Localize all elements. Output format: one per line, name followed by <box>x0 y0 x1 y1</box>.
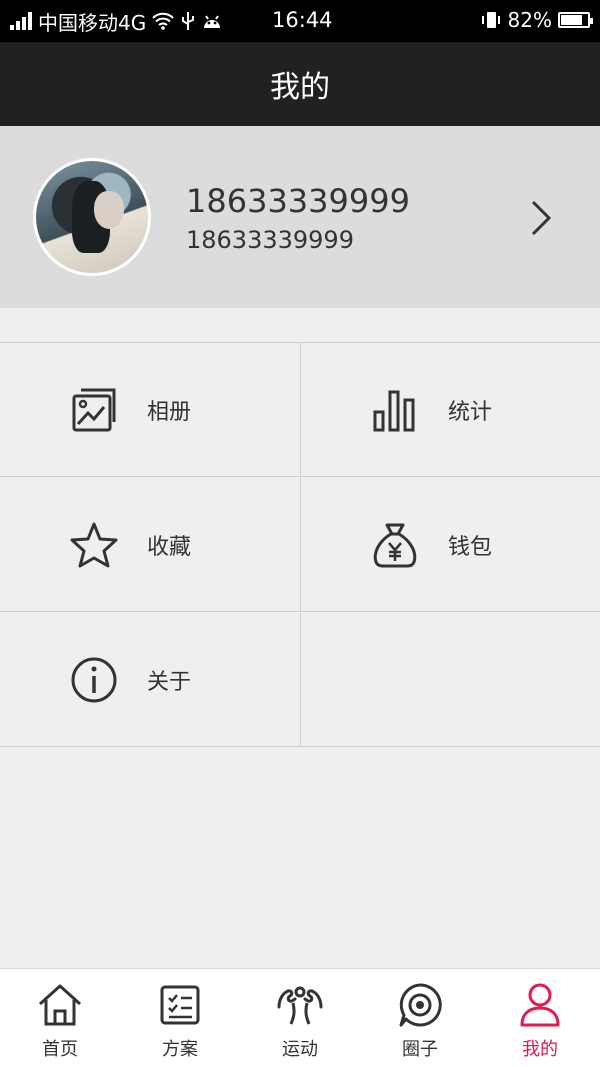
menu-item-empty <box>300 613 600 747</box>
bottom-tab-bar: 首页 方案 运动 圈子 我的 <box>0 968 600 1067</box>
battery-percent: 82% <box>507 8 552 32</box>
info-icon <box>71 657 117 702</box>
circle-icon <box>399 983 442 1027</box>
android-icon <box>204 15 221 28</box>
tab-circle[interactable]: 圈子 <box>360 969 480 1067</box>
profile-phone: 18633339999 <box>186 226 354 254</box>
menu-label: 统计 <box>448 399 493 425</box>
page-title: 我的 <box>270 70 330 105</box>
tab-label: 我的 <box>522 1039 558 1060</box>
menu-grid: 相册 统计 收藏 钱包 关于 <box>0 342 600 747</box>
menu-label: 相册 <box>147 399 192 425</box>
menu-item-album[interactable]: 相册 <box>0 343 300 477</box>
home-icon <box>38 984 82 1026</box>
tab-mine[interactable]: 我的 <box>480 969 600 1067</box>
menu-item-about[interactable]: 关于 <box>0 613 300 747</box>
carrier-label: 中国移动4G <box>38 10 147 35</box>
tab-sport[interactable]: 运动 <box>240 969 360 1067</box>
star-icon <box>70 522 118 567</box>
tab-home[interactable]: 首页 <box>0 969 120 1067</box>
tab-label: 圈子 <box>402 1039 438 1060</box>
tab-label: 运动 <box>282 1039 318 1060</box>
menu-label: 收藏 <box>147 534 192 560</box>
vibrate-icon <box>481 12 500 28</box>
wifi-icon <box>152 12 174 30</box>
menu-item-stats[interactable]: 统计 <box>300 343 600 477</box>
menu-label: 关于 <box>147 669 192 695</box>
chevron-right-icon[interactable] <box>524 196 558 240</box>
tab-plan[interactable]: 方案 <box>120 969 240 1067</box>
menu-item-favorites[interactable]: 收藏 <box>0 478 300 612</box>
title-bar: 我的 <box>0 42 600 126</box>
person-icon <box>520 983 560 1027</box>
battery-icon <box>558 12 593 28</box>
wallet-icon <box>373 523 417 567</box>
usb-icon <box>182 12 195 30</box>
menu-item-wallet[interactable]: 钱包 <box>300 478 600 612</box>
status-bar: 中国移动4G 16:44 82% <box>0 0 600 42</box>
plan-icon <box>160 985 200 1025</box>
profile-name: 18633339999 <box>186 182 410 220</box>
stats-icon <box>373 390 415 431</box>
avatar[interactable] <box>33 158 151 276</box>
clock: 16:44 <box>272 8 333 32</box>
signal-icon <box>10 12 32 30</box>
tab-label: 方案 <box>162 1039 198 1060</box>
album-icon <box>72 388 116 431</box>
profile-card[interactable]: 18633339999 18633339999 <box>0 126 600 308</box>
muscle-icon <box>277 986 323 1025</box>
menu-label: 钱包 <box>448 534 493 560</box>
tab-label: 首页 <box>42 1039 78 1060</box>
